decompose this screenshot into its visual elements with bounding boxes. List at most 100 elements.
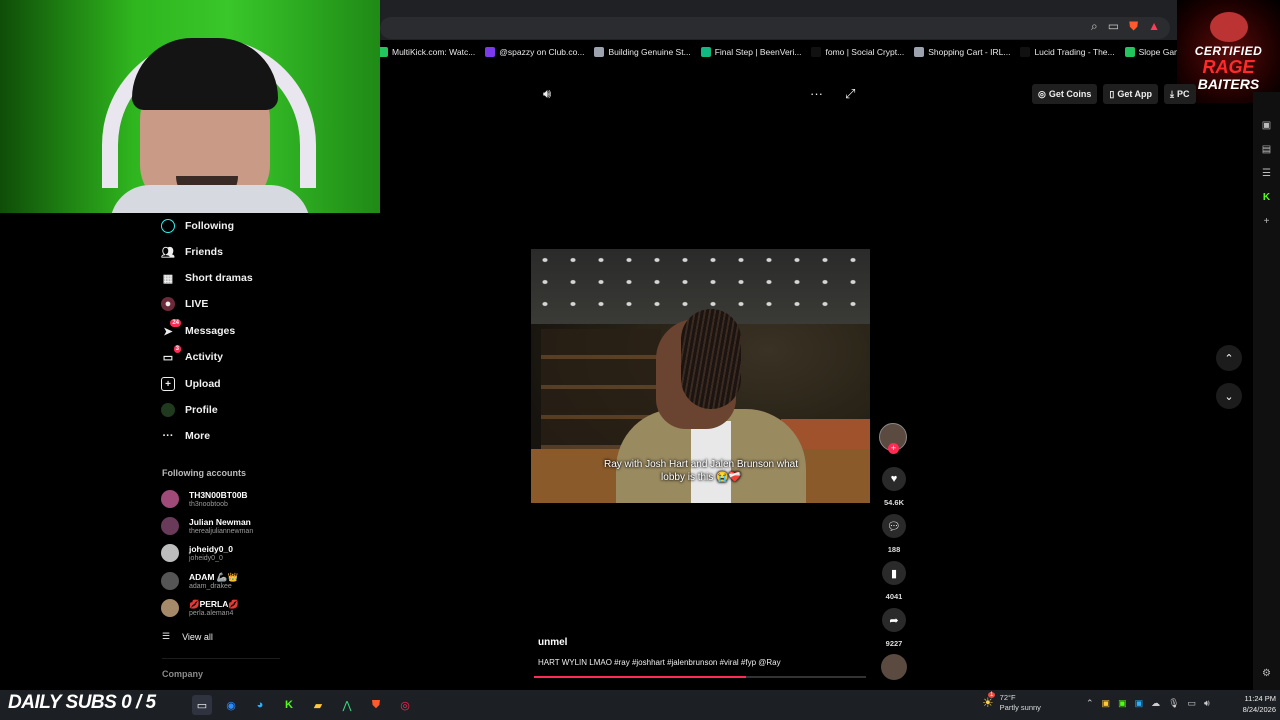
bookmark-label: Final Step | BeenVeri...	[714, 47, 802, 57]
reading-list-icon[interactable]: ☰	[1261, 168, 1272, 179]
following-account[interactable]: TH3N00BT00B th3noobtoob	[161, 487, 248, 511]
add-panel-icon[interactable]: +	[1261, 216, 1272, 227]
brave-rewards-icon[interactable]: ▲	[1148, 19, 1160, 34]
fullscreen-icon[interactable]: ⤢	[845, 86, 855, 102]
next-video-chevron-down-icon[interactable]: ⌄	[1216, 383, 1242, 409]
edge-icon[interactable]: ◕	[250, 695, 270, 715]
live-icon: ●	[161, 297, 175, 311]
avatar	[161, 517, 179, 535]
save-bookmark-icon[interactable]: ▮	[882, 561, 906, 585]
pc-button[interactable]: ⤓ PC	[1164, 84, 1196, 104]
settings-gear-icon[interactable]: ⚙	[1261, 668, 1272, 679]
sidebar-item-messages[interactable]: ➤ 24 Messages	[161, 319, 235, 340]
copilot-icon[interactable]: ◉	[221, 695, 241, 715]
bookmarks-bar: MultiKick.com: Watc... @spazzy on Club.co…	[378, 42, 1198, 62]
more-options-icon[interactable]: ···	[810, 86, 823, 101]
sidebar-item-profile[interactable]: Profile	[161, 401, 218, 419]
video-caption: Ray with Josh Hart and Jalen Brunson wha…	[604, 459, 798, 483]
partly-sunny-icon: ☀ 1	[982, 692, 996, 710]
sidebar-item-more[interactable]: ··· More	[161, 427, 211, 445]
search-icon[interactable]: ⌕	[1091, 19, 1098, 34]
bookmark-favicon-icon	[700, 47, 711, 57]
file-explorer-icon[interactable]: ▰	[308, 695, 328, 715]
get-app-button[interactable]: ▯ Get App	[1103, 84, 1158, 104]
following-account[interactable]: ADAM 🦾👑 adam_drakee	[161, 569, 238, 593]
like-count: 54.6K	[883, 498, 904, 507]
get-coins-button[interactable]: ◎ Get Coins	[1032, 84, 1098, 104]
avatar	[161, 490, 179, 508]
tiktok-live-icon[interactable]: ◎	[395, 695, 415, 715]
activity-icon: ▭ 3	[162, 345, 181, 364]
subs-goal-overlay: DAILY SUBS 0 / 5	[8, 692, 156, 713]
bookmark-item[interactable]: MultiKick.com: Watc...	[378, 47, 475, 57]
sidebar-item-live[interactable]: ● LIVE	[161, 295, 208, 313]
kick-app-icon[interactable]: K	[279, 695, 299, 715]
bookmark-favicon-icon	[1020, 47, 1031, 57]
messages-badge: 24	[170, 319, 181, 327]
volume-tray-icon[interactable]: 🔊︎	[1204, 698, 1210, 709]
bookmark-item[interactable]: fomo | Social Crypt...	[811, 47, 904, 57]
follow-plus-icon[interactable]: +	[888, 443, 899, 454]
microphone-icon[interactable]: 🎙︎	[1168, 698, 1179, 709]
bookmark-favicon-icon	[914, 47, 925, 57]
sidebar-item-upload[interactable]: + Upload	[161, 375, 221, 393]
bookmark-favicon-icon	[594, 47, 605, 57]
sidebar-item-following[interactable]: Following	[161, 217, 234, 235]
tray-app-icon[interactable]: ▣	[1135, 698, 1144, 709]
volume-icon[interactable]: 🔊︎	[543, 86, 551, 102]
video-description: HART WYLIN LMAO #ray #joshhart #jalenbru…	[538, 658, 781, 667]
upload-icon: +	[161, 377, 175, 391]
download-icon: ⤓	[1170, 88, 1174, 99]
network-icon[interactable]: ▭	[1188, 698, 1197, 709]
bookmark-item[interactable]: @spazzy on Club.co...	[485, 47, 584, 57]
following-account[interactable]: 💋PERLA💋 perla.aleman4	[161, 596, 239, 620]
tray-app-icon[interactable]: ▣	[1118, 698, 1127, 709]
video-progress-bar[interactable]	[534, 676, 866, 678]
bookmark-label: MultiKick.com: Watc...	[392, 47, 476, 57]
coin-icon: ◎	[1038, 88, 1046, 99]
messages-icon: ➤ 24	[163, 319, 181, 338]
share-icon[interactable]: ➦	[882, 608, 906, 632]
bookmark-panel-icon[interactable]: ▤	[1261, 144, 1272, 155]
address-bar[interactable]: ⌕ ▭ ⛊ ▲	[380, 17, 1170, 39]
cloud-icon[interactable]: ☁	[1151, 698, 1160, 709]
following-icon	[161, 219, 175, 233]
wallet-icon[interactable]: ▣	[1261, 120, 1272, 131]
brave-browser-icon[interactable]: ⛊	[366, 695, 386, 715]
kick-icon[interactable]: K	[1261, 192, 1272, 203]
sidebar-item-friends[interactable]: 👥︎ Friends	[161, 243, 223, 261]
following-account[interactable]: Julian Newman therealjuliannewman	[161, 514, 253, 538]
tray-app-icon[interactable]: ▣	[1102, 698, 1111, 709]
previous-video-chevron-up-icon[interactable]: ⌃	[1216, 345, 1242, 371]
webcam-overlay	[0, 0, 380, 213]
bookmark-item[interactable]: Final Step | BeenVeri...	[700, 47, 802, 57]
view-all-link[interactable]: ☰ View all	[162, 631, 213, 642]
chevron-up-icon[interactable]: ⌃	[1086, 698, 1094, 709]
comment-icon[interactable]: 💬︎	[882, 514, 906, 538]
video-username[interactable]: unmel	[538, 637, 567, 648]
clock[interactable]: 11:24 PM 8/24/2026	[1224, 693, 1276, 715]
weather-widget[interactable]: ☀ 1 72°F Partly sunny	[982, 692, 1041, 713]
bookmark-item[interactable]: Building Genuine St...	[594, 47, 691, 57]
avatar	[161, 572, 179, 590]
sidebar-item-short-dramas[interactable]: ▦ Short dramas	[161, 269, 253, 287]
header-actions: ◎ Get Coins ▯ Get App ⤓ PC	[1032, 84, 1196, 104]
cast-icon[interactable]: ▭	[1108, 19, 1119, 34]
sidebar-item-activity[interactable]: ▭ 3 Activity	[161, 345, 223, 366]
bookmark-item[interactable]: Lucid Trading - The...	[1020, 47, 1115, 57]
company-link[interactable]: Company	[162, 669, 203, 679]
sound-disc-icon[interactable]	[881, 654, 907, 680]
app-icon[interactable]: ⋀	[337, 695, 357, 715]
phone-icon: ▯	[1109, 88, 1115, 99]
task-view-icon[interactable]: ▭	[192, 695, 212, 715]
sidebar: Following 👥︎ Friends ▦ Short dramas ● LI…	[147, 213, 280, 690]
avatar	[161, 599, 179, 617]
following-account[interactable]: joheidy0_0 joheidy0_0	[161, 541, 233, 565]
profile-icon	[161, 403, 175, 417]
brave-shield-icon[interactable]: ⛊	[1129, 19, 1138, 34]
bookmark-label: Building Genuine St...	[608, 47, 691, 57]
like-heart-icon[interactable]: ♥	[882, 467, 906, 491]
comment-count: 188	[887, 545, 901, 554]
bookmark-item[interactable]: Shopping Cart - IRL...	[914, 47, 1010, 57]
video-player[interactable]: Ray with Josh Hart and Jalen Brunson wha…	[531, 249, 870, 503]
